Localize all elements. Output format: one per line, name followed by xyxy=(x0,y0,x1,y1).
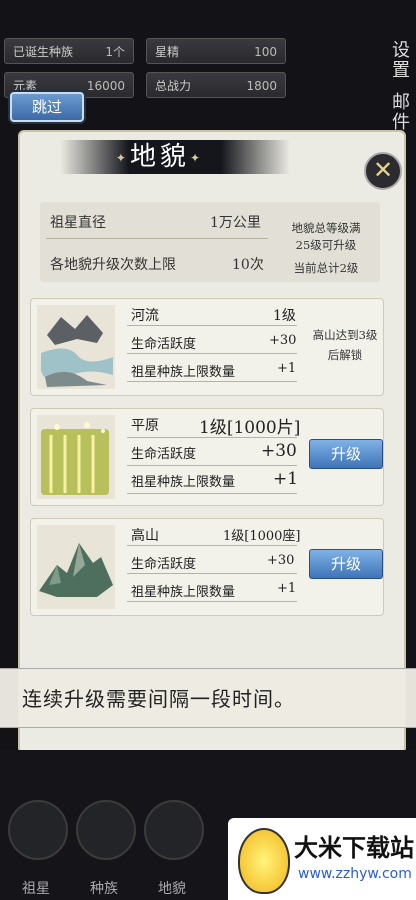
panel-title: 地貌 xyxy=(100,140,220,175)
toast-text: 连续升级需要间隔一段时间。 xyxy=(22,687,295,711)
stat-power: 总战力 1800 xyxy=(146,72,286,98)
close-button[interactable]: ✕ xyxy=(364,152,402,190)
stat-label: 星精 xyxy=(155,45,180,59)
card-name: 平原 xyxy=(131,418,159,434)
unlock-condition: 高山达到3级 后解锁 xyxy=(307,325,383,365)
note-line: 地貌总等级满 xyxy=(291,221,361,235)
toast-message: 连续升级需要间隔一段时间。 xyxy=(0,668,416,728)
card-name: 高山 xyxy=(131,528,159,544)
stat-label: 元素 xyxy=(13,79,38,93)
upgrade-limit-label: 各地貌升级次数上限 xyxy=(50,257,176,273)
panel-title-text: 地貌 xyxy=(129,142,190,172)
divider xyxy=(127,353,297,354)
unlock-line: 后解锁 xyxy=(327,348,363,362)
stat-value: +1 xyxy=(277,361,297,376)
stat-value: +30 xyxy=(261,441,297,461)
stat-star-essence: 星精 100 xyxy=(146,38,286,64)
divider xyxy=(127,437,297,438)
watermark-url: www.zzhyw.com xyxy=(298,866,412,882)
card-level: 1级[1000片] xyxy=(199,418,301,438)
stat-value: +30 xyxy=(269,333,297,348)
stat-label: 已诞生种族 xyxy=(13,45,74,59)
close-icon: ✕ xyxy=(372,156,394,184)
river-image xyxy=(37,305,115,389)
landform-card-mountain: 高山 1级[1000座] 生命活跃度 +30 祖星种族上限数量 +1 升级 xyxy=(30,518,384,616)
stat-races: 已诞生种族 1个 xyxy=(4,38,134,64)
nav-landform-button[interactable] xyxy=(144,800,204,860)
settings-button[interactable]: 设置 xyxy=(376,38,412,82)
stat-label: 祖星种族上限数量 xyxy=(131,475,236,490)
stat-label: 生命活跃度 xyxy=(131,447,197,462)
stat-value: +1 xyxy=(273,469,299,489)
stat-value: 16000 xyxy=(86,79,125,93)
stat-label: 祖星种族上限数量 xyxy=(131,365,236,380)
stat-value: 1个 xyxy=(105,45,125,59)
upgrade-limit-value: 10次 xyxy=(232,257,264,273)
divider xyxy=(127,493,297,494)
stat-value: 100 xyxy=(254,45,277,59)
card-level: 1级[1000座] xyxy=(223,529,301,544)
divider xyxy=(46,238,268,239)
divider xyxy=(127,545,297,546)
mountain-image xyxy=(37,525,115,609)
diameter-label: 祖星直径 xyxy=(50,215,106,231)
stat-value: +30 xyxy=(267,553,295,568)
landform-card-plain: 平原 1级[1000片] 生命活跃度 +30 祖星种族上限数量 +1 升级 xyxy=(30,408,384,506)
watermark-logo-icon xyxy=(238,828,290,894)
nav-race-label: 种族 xyxy=(90,881,118,897)
mail-button[interactable]: 邮件 xyxy=(376,90,412,134)
upgrade-button[interactable]: 升级 xyxy=(309,439,383,469)
stat-label: 总战力 xyxy=(155,79,192,93)
planet-info-box: 祖星直径 1万公里 各地貌升级次数上限 10次 地貌总等级满 25级可升级 当前… xyxy=(40,202,380,282)
stat-value: 1800 xyxy=(246,79,277,93)
upgrade-button[interactable]: 升级 xyxy=(309,549,383,579)
watermark-title: 大米下载站 xyxy=(294,833,414,862)
divider xyxy=(127,601,297,602)
plain-image xyxy=(37,415,115,499)
divider xyxy=(127,381,297,382)
divider xyxy=(127,573,297,574)
unlock-line: 高山达到3级 xyxy=(312,328,378,342)
watermark: 大米下载站 www.zzhyw.com xyxy=(228,818,416,900)
stat-label: 生命活跃度 xyxy=(131,337,197,352)
stat-label: 生命活跃度 xyxy=(131,557,197,572)
nav-planet-label: 祖星 xyxy=(22,881,50,897)
skip-button[interactable]: 跳过 xyxy=(10,92,84,122)
divider xyxy=(127,465,297,466)
card-name: 河流 xyxy=(131,308,159,324)
current-total-note: 当前总计2级 xyxy=(293,261,359,275)
nav-race-button[interactable] xyxy=(76,800,136,860)
diameter-value: 1万公里 xyxy=(210,215,261,231)
divider xyxy=(127,325,297,326)
total-level-note: 地貌总等级满 25级可升级 xyxy=(276,220,376,254)
nav-landform-label: 地貌 xyxy=(158,881,186,897)
note-line: 25级可升级 xyxy=(295,238,357,252)
card-level: 1级 xyxy=(273,308,296,324)
stat-value: +1 xyxy=(277,581,297,596)
nav-planet-button[interactable] xyxy=(8,800,68,860)
stat-label: 祖星种族上限数量 xyxy=(131,585,236,600)
landform-card-river: 河流 1级 生命活跃度 +30 祖星种族上限数量 +1 高山达到3级 后解锁 xyxy=(30,298,384,396)
